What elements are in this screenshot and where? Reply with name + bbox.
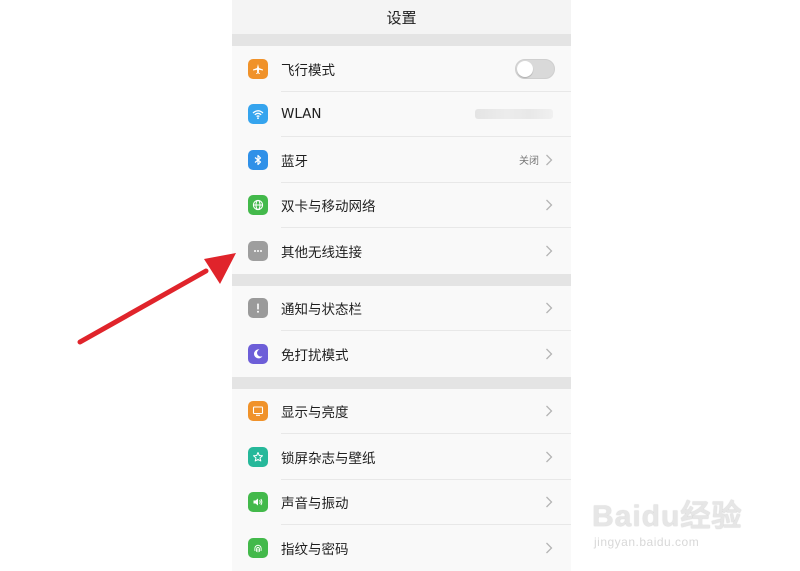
settings-row[interactable]: 显示与亮度 bbox=[232, 389, 571, 435]
globe-icon bbox=[248, 195, 268, 216]
flower-icon bbox=[248, 446, 268, 467]
page-title: 设置 bbox=[232, 0, 571, 34]
speaker-icon bbox=[248, 492, 268, 513]
exclamation-icon bbox=[248, 298, 268, 319]
bluetooth-icon bbox=[248, 149, 268, 170]
toggle-knob bbox=[517, 60, 533, 77]
settings-screen: 设置 飞行模式 WLAN 蓝牙 关闭 双卡与移动网络 其他无线连接 通知与状态栏 免打扰模式显… bbox=[232, 0, 571, 571]
more-dots-icon bbox=[248, 240, 268, 261]
settings-row-label: 声音与振动 bbox=[281, 496, 349, 513]
watermark-logo: Baidu经验 bbox=[592, 500, 743, 533]
settings-row[interactable]: 双卡与移动网络 bbox=[232, 183, 571, 229]
settings-row-label: 蓝牙 bbox=[281, 153, 308, 170]
settings-row-label: 显示与亮度 bbox=[281, 405, 349, 422]
wifi-icon bbox=[248, 104, 268, 125]
airplane-mode-toggle[interactable] bbox=[515, 58, 555, 79]
watermark-url: jingyan.baidu.com bbox=[594, 535, 700, 549]
section-divider bbox=[232, 273, 571, 286]
settings-row[interactable]: 通知与状态栏 bbox=[232, 286, 571, 332]
monitor-icon bbox=[248, 401, 268, 422]
settings-row[interactable]: 飞行模式 bbox=[232, 46, 571, 92]
settings-row[interactable]: 声音与振动 bbox=[232, 480, 571, 526]
settings-group: 显示与亮度锁屏杂志与壁纸 声音与振动指纹与密码 bbox=[232, 388, 571, 571]
chevron-right-icon bbox=[545, 542, 553, 554]
section-divider bbox=[232, 376, 571, 389]
settings-row-label: 飞行模式 bbox=[281, 62, 335, 79]
settings-row[interactable]: WLAN bbox=[232, 92, 571, 138]
chevron-right-icon bbox=[545, 302, 553, 314]
chevron-right-icon bbox=[545, 245, 553, 257]
settings-row-label: 其他无线连接 bbox=[281, 244, 362, 261]
fingerprint-icon bbox=[248, 537, 268, 558]
settings-row[interactable]: 蓝牙 关闭 bbox=[232, 137, 571, 183]
settings-row-label: 锁屏杂志与壁纸 bbox=[281, 450, 376, 467]
chevron-right-icon bbox=[545, 199, 553, 211]
settings-list: 飞行模式 WLAN 蓝牙 关闭 双卡与移动网络 其他无线连接 通知与状态栏 免打扰模式 显示与亮… bbox=[232, 34, 571, 571]
settings-row[interactable]: 其他无线连接 bbox=[232, 228, 571, 274]
settings-row[interactable]: 指纹与密码 bbox=[232, 525, 571, 571]
chevron-right-icon bbox=[545, 154, 553, 166]
moon-icon bbox=[248, 343, 268, 364]
chevron-right-icon bbox=[545, 496, 553, 508]
settings-row[interactable]: 免打扰模式 bbox=[232, 331, 571, 377]
chevron-right-icon bbox=[545, 405, 553, 417]
settings-row-value: 关闭 bbox=[519, 156, 539, 168]
watermark: Baidu经验 jingyan.baidu.com bbox=[592, 485, 782, 565]
chevron-right-icon bbox=[545, 348, 553, 360]
section-divider bbox=[232, 34, 571, 46]
settings-group: 通知与状态栏 免打扰模式 bbox=[232, 285, 571, 377]
settings-row[interactable]: 锁屏杂志与壁纸 bbox=[232, 434, 571, 480]
airplane-icon bbox=[248, 58, 268, 79]
page-title-text: 设置 bbox=[386, 8, 417, 27]
settings-row-label: 指纹与密码 bbox=[281, 541, 349, 558]
chevron-right-icon bbox=[545, 451, 553, 463]
annotation-arrow-shaft bbox=[77, 268, 209, 345]
settings-row-label: 通知与状态栏 bbox=[281, 302, 362, 319]
settings-group: 飞行模式 WLAN 蓝牙 关闭双卡与移动网络 其他无线连接 bbox=[232, 46, 571, 274]
settings-row-label: 免打扰模式 bbox=[281, 347, 349, 364]
settings-row-label: 双卡与移动网络 bbox=[281, 199, 376, 216]
redacted-network-name bbox=[475, 109, 553, 120]
settings-row-label: WLAN bbox=[281, 106, 322, 123]
